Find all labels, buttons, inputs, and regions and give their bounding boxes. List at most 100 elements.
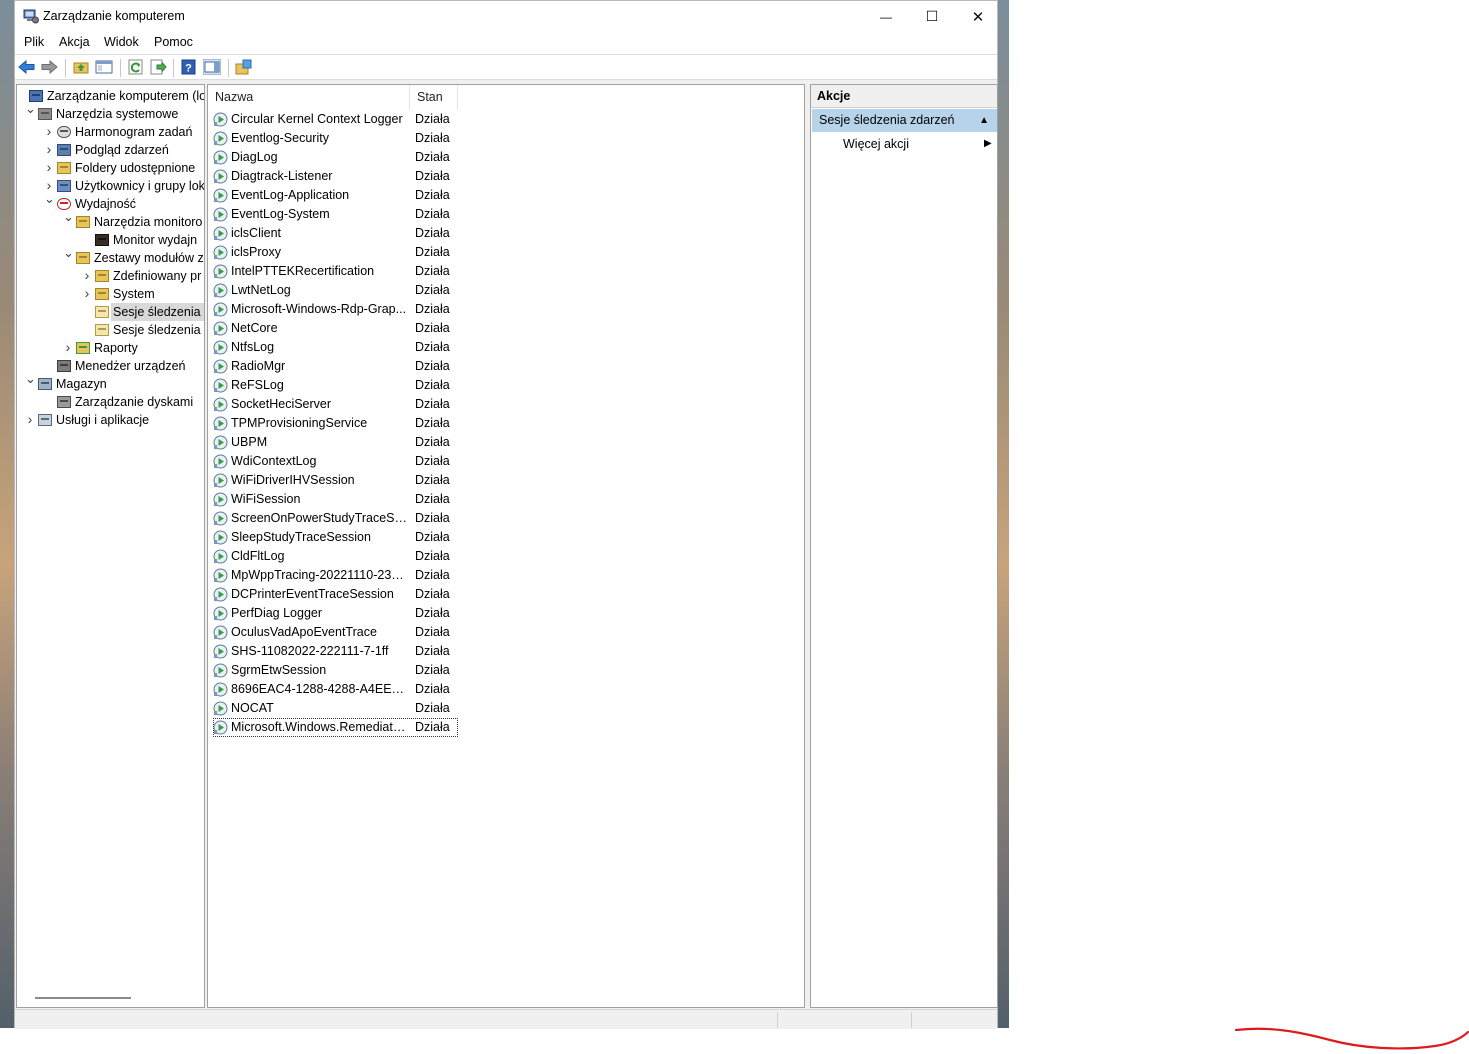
forward-icon[interactable]	[40, 59, 58, 75]
tree-item[interactable]: ⌄ Narzędzia monitoro	[17, 209, 204, 231]
list-item[interactable]: iclsClient Działa	[213, 224, 458, 243]
navigation-tree[interactable]: Zarządzanie komputerem (loka ⌄ Narzędzia s…	[16, 84, 205, 1008]
more-actions-item[interactable]: Więcej akcji	[843, 136, 909, 152]
tree-item-label: System	[113, 287, 155, 301]
horizontal-scrollbar[interactable]	[35, 997, 131, 999]
list-item[interactable]: EventLog-Application Działa	[213, 186, 458, 205]
tree-item[interactable]: › Podgląd zdarzeń	[17, 141, 204, 159]
list-item[interactable]: SleepStudyTraceSession Działa	[213, 528, 458, 547]
expanded-chevron-icon[interactable]: ⌄	[25, 370, 36, 388]
list-item[interactable]: Microsoft.Windows.Remediation Działa	[213, 718, 458, 737]
list-item[interactable]: ScreenOnPowerStudyTraceSessi... Działa	[213, 509, 458, 528]
collapsed-chevron-icon[interactable]: ›	[25, 410, 35, 428]
list-item[interactable]: DCPrinterEventTraceSession Działa	[213, 585, 458, 604]
list-item[interactable]: MpWppTracing-20221110-2308... Działa	[213, 566, 458, 585]
list-item[interactable]: NtfsLog Działa	[213, 338, 458, 357]
session-state: Działa	[415, 435, 450, 449]
trace-sessions-list[interactable]: Nazwa Stan Circular Kernel Context Logge…	[207, 84, 805, 1008]
session-name: ScreenOnPowerStudyTraceSessi...	[231, 511, 408, 525]
refresh-icon[interactable]	[127, 59, 145, 75]
collapsed-chevron-icon[interactable]: ›	[44, 122, 54, 140]
list-item[interactable]: TPMProvisioningService Działa	[213, 414, 458, 433]
menu-akcja[interactable]: Akcja	[59, 35, 90, 49]
column-header-state[interactable]: Stan	[410, 85, 458, 110]
session-name: MpWppTracing-20221110-2308...	[231, 568, 408, 582]
tree-item[interactable]: Sesje śledzenia z	[17, 303, 204, 321]
session-name: SocketHeciServer	[231, 397, 332, 411]
tree-item[interactable]: › Foldery udostępnione	[17, 159, 204, 177]
tree-item[interactable]: Menedżer urządzeń	[17, 357, 204, 375]
menu-pomoc[interactable]: Pomoc	[154, 35, 193, 49]
close-button[interactable]: ✕	[955, 1, 1001, 32]
list-item[interactable]: WiFiSession Działa	[213, 490, 458, 509]
folder-icon	[76, 216, 90, 228]
list-item[interactable]: WiFiDriverIHVSession Działa	[213, 471, 458, 490]
list-item[interactable]: LwtNetLog Działa	[213, 281, 458, 300]
export-list-icon[interactable]	[149, 59, 167, 75]
submenu-arrow-icon[interactable]: ▶	[984, 136, 992, 152]
minimize-button[interactable]: —	[863, 1, 909, 32]
folder-icon	[76, 252, 90, 264]
tree-item[interactable]: ⌄ Narzędzia systemowe	[17, 101, 204, 123]
collapsed-chevron-icon[interactable]: ›	[82, 284, 92, 302]
title-bar[interactable]: Zarządzanie komputerem — ☐ ✕	[15, 1, 997, 32]
tree-item[interactable]: ⌄ Magazyn	[17, 371, 204, 393]
tree-item[interactable]: › Raporty	[17, 339, 204, 357]
expanded-chevron-icon[interactable]: ⌄	[63, 208, 74, 226]
tree-item[interactable]: › Harmonogram zadań	[17, 123, 204, 141]
status-separator	[777, 1012, 778, 1028]
window-title: Zarządzanie komputerem	[43, 9, 185, 23]
list-item[interactable]: Eventlog-Security Działa	[213, 129, 458, 148]
list-item[interactable]: IntelPTTEKRecertification Działa	[213, 262, 458, 281]
collapse-up-icon[interactable]: ▲	[979, 109, 989, 132]
list-item[interactable]: OculusVadApoEventTrace Działa	[213, 623, 458, 642]
list-item[interactable]: Microsoft-Windows-Rdp-Grap... Działa	[213, 300, 458, 319]
list-item[interactable]: SgrmEtwSession Działa	[213, 661, 458, 680]
expanded-chevron-icon[interactable]: ⌄	[25, 100, 36, 118]
tree-item[interactable]: Sesje śledzenia z	[17, 321, 204, 339]
list-item[interactable]: WdiContextLog Działa	[213, 452, 458, 471]
column-header-name[interactable]: Nazwa	[208, 85, 410, 110]
list-item[interactable]: DiagLog Działa	[213, 148, 458, 167]
tree-item[interactable]: Zarządzanie komputerem (loka	[17, 87, 204, 105]
menu-plik[interactable]: Plik	[24, 35, 44, 49]
collapsed-chevron-icon[interactable]: ›	[63, 338, 73, 356]
tree-item[interactable]: › Zdefiniowany pr	[17, 267, 204, 285]
list-item[interactable]: iclsProxy Działa	[213, 243, 458, 262]
properties-icon[interactable]	[235, 59, 253, 75]
list-item[interactable]: Diagtrack-Listener Działa	[213, 167, 458, 186]
status-bar	[15, 1009, 997, 1029]
list-item[interactable]: UBPM Działa	[213, 433, 458, 452]
maximize-button[interactable]: ☐	[909, 1, 955, 32]
tree-item[interactable]: Zarządzanie dyskami	[17, 393, 204, 411]
tree-item[interactable]: ⌄ Wydajność	[17, 191, 204, 213]
list-item[interactable]: Circular Kernel Context Logger Działa	[213, 110, 458, 129]
tree-item[interactable]: ⌄ Zestawy modułów z	[17, 245, 204, 267]
tree-item[interactable]: › System	[17, 285, 204, 303]
help-icon[interactable]: ?	[180, 59, 198, 75]
list-item[interactable]: SocketHeciServer Działa	[213, 395, 458, 414]
actions-section-trace-sessions[interactable]: Sesje śledzenia zdarzeń ▲	[812, 109, 997, 132]
expanded-chevron-icon[interactable]: ⌄	[63, 244, 74, 262]
list-item[interactable]: RadioMgr Działa	[213, 357, 458, 376]
list-item[interactable]: PerfDiag Logger Działa	[213, 604, 458, 623]
tree-item[interactable]: › Usługi i aplikacje	[17, 411, 204, 429]
collapsed-chevron-icon[interactable]: ›	[82, 266, 92, 284]
up-folder-icon[interactable]	[72, 59, 90, 75]
list-item[interactable]: NetCore Działa	[213, 319, 458, 338]
list-item[interactable]: NOCAT Działa	[213, 699, 458, 718]
collapsed-chevron-icon[interactable]: ›	[44, 140, 54, 158]
back-icon[interactable]	[18, 59, 36, 75]
list-item[interactable]: ReFSLog Działa	[213, 376, 458, 395]
show-hide-action-pane-icon[interactable]	[203, 59, 221, 75]
expanded-chevron-icon[interactable]: ⌄	[44, 190, 55, 208]
list-item[interactable]: CldFltLog Działa	[213, 547, 458, 566]
list-item[interactable]: 8696EAC4-1288-4288-A4EE-49E... Działa	[213, 680, 458, 699]
list-item[interactable]: SHS-11082022-222111-7-1ff Działa	[213, 642, 458, 661]
menu-widok[interactable]: Widok	[104, 35, 139, 49]
list-item[interactable]: EventLog-System Działa	[213, 205, 458, 224]
show-hide-tree-icon[interactable]	[95, 59, 113, 75]
tree-item[interactable]: Monitor wydajn	[17, 231, 204, 249]
toolbar-separator	[65, 59, 66, 77]
collapsed-chevron-icon[interactable]: ›	[44, 158, 54, 176]
